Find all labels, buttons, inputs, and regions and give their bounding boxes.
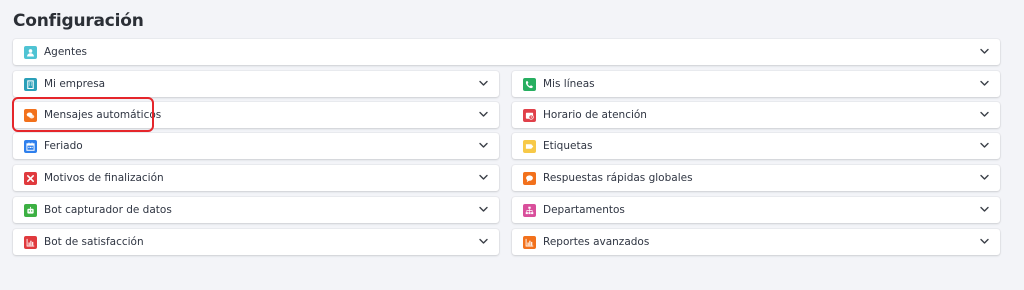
bar-chart-icon	[523, 235, 536, 249]
chevron-down-icon	[980, 142, 989, 149]
page-title: Configuración	[13, 11, 144, 31]
accordion-feriado[interactable]: Feriado	[13, 133, 499, 159]
user-icon	[24, 45, 37, 59]
accordion-label: Etiquetas	[543, 140, 593, 152]
accordion-label: Motivos de finalización	[44, 172, 164, 184]
accordion-mensajes-automaticos[interactable]: Mensajes automáticos	[13, 102, 499, 128]
chevron-down-icon	[479, 174, 488, 181]
accordion-departamentos[interactable]: Departamentos	[512, 197, 1000, 223]
bar-chart-icon	[24, 235, 37, 249]
accordion-agentes[interactable]: Agentes	[13, 39, 1000, 65]
speech-bubble-icon	[523, 171, 536, 185]
accordion-reportes-avanzados[interactable]: Reportes avanzados	[512, 229, 1000, 255]
accordion-respuestas-rapidas-globales[interactable]: Respuestas rápidas globales	[512, 165, 1000, 191]
chevron-down-icon	[980, 238, 989, 245]
chevron-down-icon	[479, 238, 488, 245]
accordion-label: Bot capturador de datos	[44, 204, 172, 216]
chevron-down-icon	[980, 48, 989, 55]
accordion-label: Feriado	[44, 140, 83, 152]
accordion-label: Mi empresa	[44, 78, 106, 90]
accordion-label: Respuestas rápidas globales	[543, 172, 693, 184]
clock-icon	[523, 108, 536, 122]
chevron-down-icon	[980, 174, 989, 181]
accordion-motivos-de-finalizacion[interactable]: Motivos de finalización	[13, 165, 499, 191]
chevron-down-icon	[980, 80, 989, 87]
accordion-label: Bot de satisfacción	[44, 236, 144, 248]
chat-bubbles-icon	[24, 108, 37, 122]
chevron-down-icon	[479, 111, 488, 118]
accordion-label: Mensajes automáticos	[44, 109, 162, 121]
accordion-label: Mis líneas	[543, 78, 595, 90]
accordion-label: Departamentos	[543, 204, 625, 216]
chevron-down-icon	[980, 111, 989, 118]
phone-icon	[523, 77, 536, 91]
chevron-down-icon	[980, 206, 989, 213]
accordion-label: Horario de atención	[543, 109, 647, 121]
close-x-icon	[24, 171, 37, 185]
calendar-icon	[24, 139, 37, 153]
tag-icon	[523, 139, 536, 153]
accordion-horario-de-atencion[interactable]: Horario de atención	[512, 102, 1000, 128]
accordion-etiquetas[interactable]: Etiquetas	[512, 133, 1000, 159]
chevron-down-icon	[479, 80, 488, 87]
accordion-bot-capturador-de-datos[interactable]: Bot capturador de datos	[13, 197, 499, 223]
chevron-down-icon	[479, 142, 488, 149]
accordion-label: Reportes avanzados	[543, 236, 650, 248]
accordion-mi-empresa[interactable]: Mi empresa	[13, 71, 499, 97]
org-chart-icon	[523, 203, 536, 217]
accordion-bot-de-satisfaccion[interactable]: Bot de satisfacción	[13, 229, 499, 255]
accordion-mis-lineas[interactable]: Mis líneas	[512, 71, 1000, 97]
chevron-down-icon	[479, 206, 488, 213]
robot-icon	[24, 203, 37, 217]
building-icon	[24, 77, 37, 91]
accordion-label: Agentes	[44, 46, 88, 58]
